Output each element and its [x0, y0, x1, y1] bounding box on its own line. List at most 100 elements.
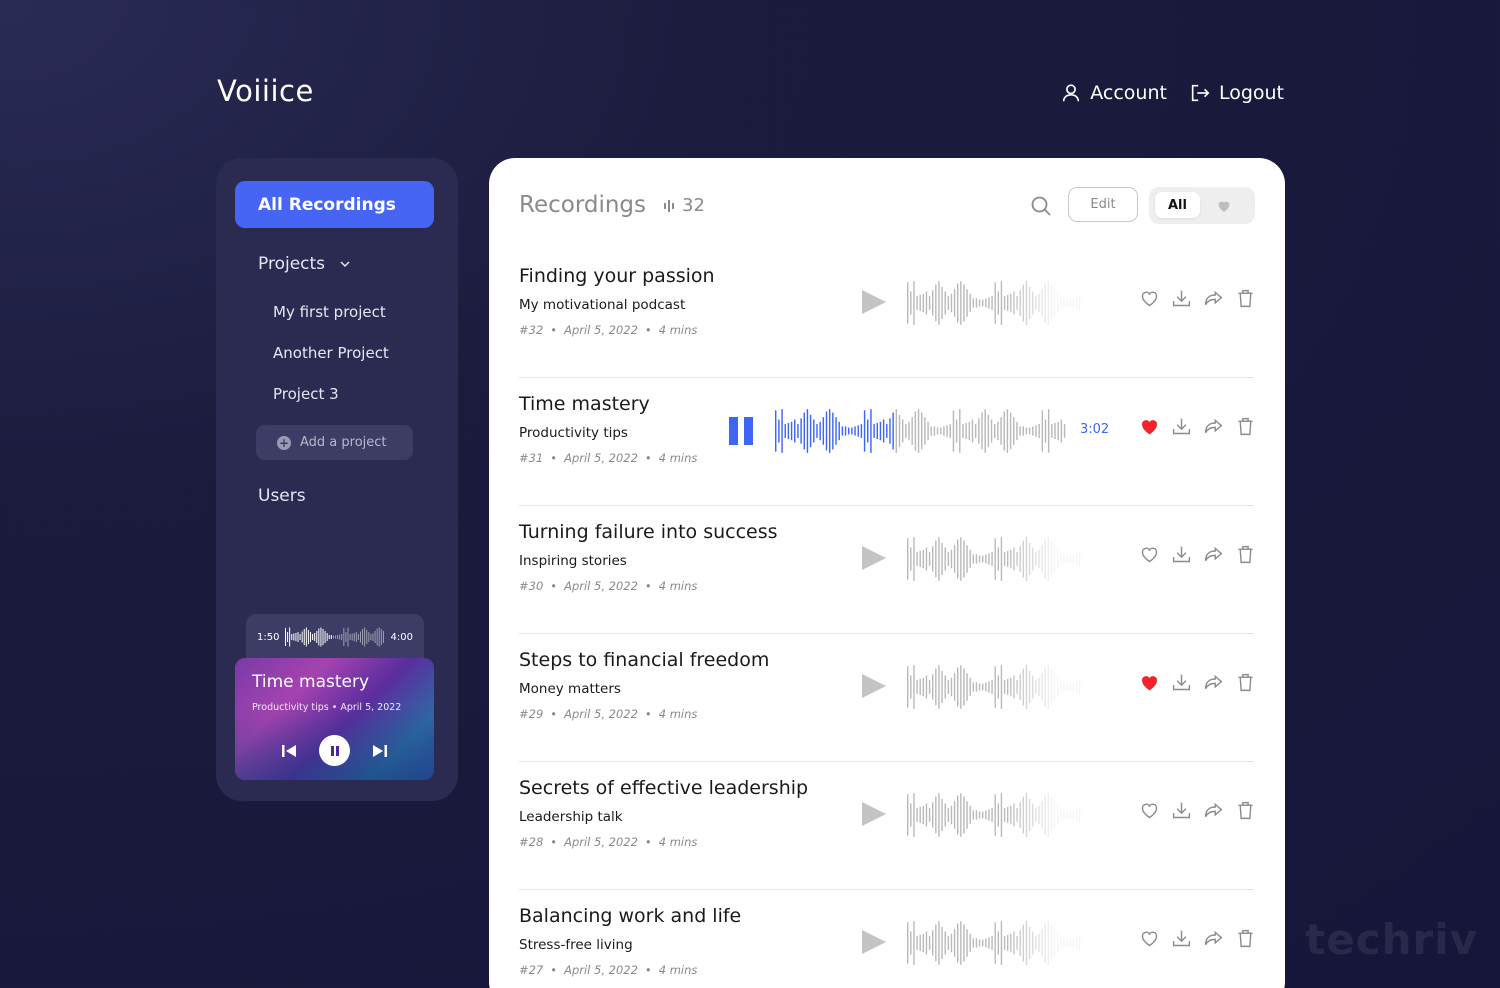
recording-date: April 5, 2022: [564, 963, 638, 977]
recording-length: 4 mins: [658, 451, 698, 465]
mini-player-progress[interactable]: 1:50 4:00: [246, 614, 424, 660]
play-icon[interactable]: [859, 288, 887, 316]
recordings-count: 32: [663, 195, 705, 216]
filter-all-button[interactable]: All: [1155, 192, 1200, 218]
dot-separator: •: [550, 451, 558, 465]
account-button[interactable]: Account: [1060, 82, 1167, 104]
heart-outline-icon[interactable]: [1139, 928, 1160, 949]
play-icon[interactable]: [859, 800, 887, 828]
waveform[interactable]: [907, 664, 1082, 710]
account-label: Account: [1090, 82, 1167, 104]
heart-outline-icon[interactable]: [1139, 800, 1160, 821]
recording-id: #30: [519, 579, 544, 593]
sidebar-item-project[interactable]: My first project: [273, 303, 386, 321]
sidebar-item-users[interactable]: Users: [258, 486, 306, 506]
heart-outline-icon[interactable]: [1139, 288, 1160, 309]
waveform[interactable]: [907, 280, 1082, 326]
playback-time: 3:02: [1080, 422, 1110, 437]
share-icon[interactable]: [1203, 288, 1224, 309]
play-icon[interactable]: [859, 544, 887, 572]
plus-circle-icon: +: [277, 435, 291, 450]
mini-player-card: Time mastery Productivity tips • April 5…: [235, 658, 434, 780]
sidebar: All Recordings Projects My first project…: [216, 158, 458, 801]
recording-length: 4 mins: [658, 323, 698, 337]
dot-separator: •: [644, 835, 652, 849]
recording-row[interactable]: Secrets of effective leadership Leadersh…: [519, 762, 1254, 890]
share-icon[interactable]: [1203, 416, 1224, 437]
recording-meta: #30 • April 5, 2022 • 4 mins: [519, 579, 697, 593]
waveform[interactable]: [907, 536, 1082, 582]
recording-meta: #32 • April 5, 2022 • 4 mins: [519, 323, 697, 337]
trash-icon[interactable]: [1235, 672, 1256, 693]
share-icon[interactable]: [1203, 800, 1224, 821]
heart-filled-icon[interactable]: [1139, 672, 1160, 693]
recording-meta: #31 • April 5, 2022 • 4 mins: [519, 451, 697, 465]
projects-toggle[interactable]: Projects: [258, 254, 351, 274]
waveform[interactable]: [907, 792, 1082, 838]
share-icon[interactable]: [1203, 544, 1224, 565]
download-icon[interactable]: [1171, 288, 1192, 309]
recording-title: Balancing work and life: [519, 905, 742, 927]
recording-project: Stress-free living: [519, 937, 633, 953]
download-icon[interactable]: [1171, 416, 1192, 437]
filter-toggle: All: [1149, 187, 1255, 224]
add-project-label: Add a project: [300, 435, 387, 450]
row-actions: [1139, 416, 1256, 437]
logout-button[interactable]: Logout: [1189, 82, 1284, 104]
recording-project: Productivity tips: [519, 425, 628, 441]
recording-row[interactable]: Turning failure into success Inspiring s…: [519, 506, 1254, 634]
trash-icon[interactable]: [1235, 544, 1256, 565]
recording-id: #27: [519, 963, 544, 977]
download-icon[interactable]: [1171, 800, 1192, 821]
download-icon[interactable]: [1171, 672, 1192, 693]
all-recordings-button[interactable]: All Recordings: [235, 181, 434, 228]
recording-row[interactable]: Balancing work and life Stress-free livi…: [519, 890, 1254, 988]
download-icon[interactable]: [1171, 928, 1192, 949]
app-logo[interactable]: Voiiice: [217, 74, 314, 108]
heart-outline-icon[interactable]: [1139, 544, 1160, 565]
heart-filled-icon[interactable]: [1139, 416, 1160, 437]
recording-project: Money matters: [519, 681, 621, 697]
add-project-button[interactable]: + Add a project: [256, 425, 413, 460]
waveform[interactable]: [907, 920, 1082, 966]
recording-length: 4 mins: [658, 835, 698, 849]
play-icon[interactable]: [859, 672, 887, 700]
row-actions: [1139, 672, 1256, 693]
sidebar-item-project[interactable]: Another Project: [273, 344, 389, 362]
heart-filter-icon[interactable]: [1216, 198, 1232, 214]
user-icon: [1063, 84, 1080, 102]
edit-button[interactable]: Edit: [1068, 187, 1138, 222]
pause-icon[interactable]: [729, 417, 755, 445]
dot-separator: •: [550, 707, 558, 721]
trash-icon[interactable]: [1235, 416, 1256, 437]
waveform-scrubber[interactable]: [285, 627, 385, 647]
trash-icon[interactable]: [1235, 928, 1256, 949]
dot-separator: •: [550, 963, 558, 977]
watermark: techriv: [1305, 915, 1478, 964]
audio-bars-icon: [664, 199, 674, 212]
share-icon[interactable]: [1203, 928, 1224, 949]
recording-id: #32: [519, 323, 544, 337]
skip-next-icon[interactable]: [371, 742, 389, 760]
download-icon[interactable]: [1171, 544, 1192, 565]
logout-icon: [1191, 84, 1210, 102]
search-icon[interactable]: [1030, 195, 1052, 217]
recording-date: April 5, 2022: [564, 323, 638, 337]
recording-row[interactable]: Finding your passion My motivational pod…: [519, 250, 1254, 378]
play-icon[interactable]: [859, 928, 887, 956]
pause-button[interactable]: [319, 735, 350, 766]
trash-icon[interactable]: [1235, 288, 1256, 309]
waveform-active[interactable]: [775, 408, 1067, 454]
logout-label: Logout: [1218, 82, 1284, 104]
elapsed-time: 1:50: [257, 631, 280, 643]
dot-separator: •: [644, 579, 652, 593]
trash-icon[interactable]: [1235, 800, 1256, 821]
recording-row-playing[interactable]: Time mastery Productivity tips #31 • April…: [519, 378, 1254, 506]
skip-previous-icon[interactable]: [280, 742, 298, 760]
count-value: 32: [682, 195, 705, 216]
recording-id: #28: [519, 835, 544, 849]
recording-date: April 5, 2022: [564, 579, 638, 593]
sidebar-item-project[interactable]: Project 3: [273, 385, 339, 403]
recording-row[interactable]: Steps to financial freedom Money matters…: [519, 634, 1254, 762]
share-icon[interactable]: [1203, 672, 1224, 693]
